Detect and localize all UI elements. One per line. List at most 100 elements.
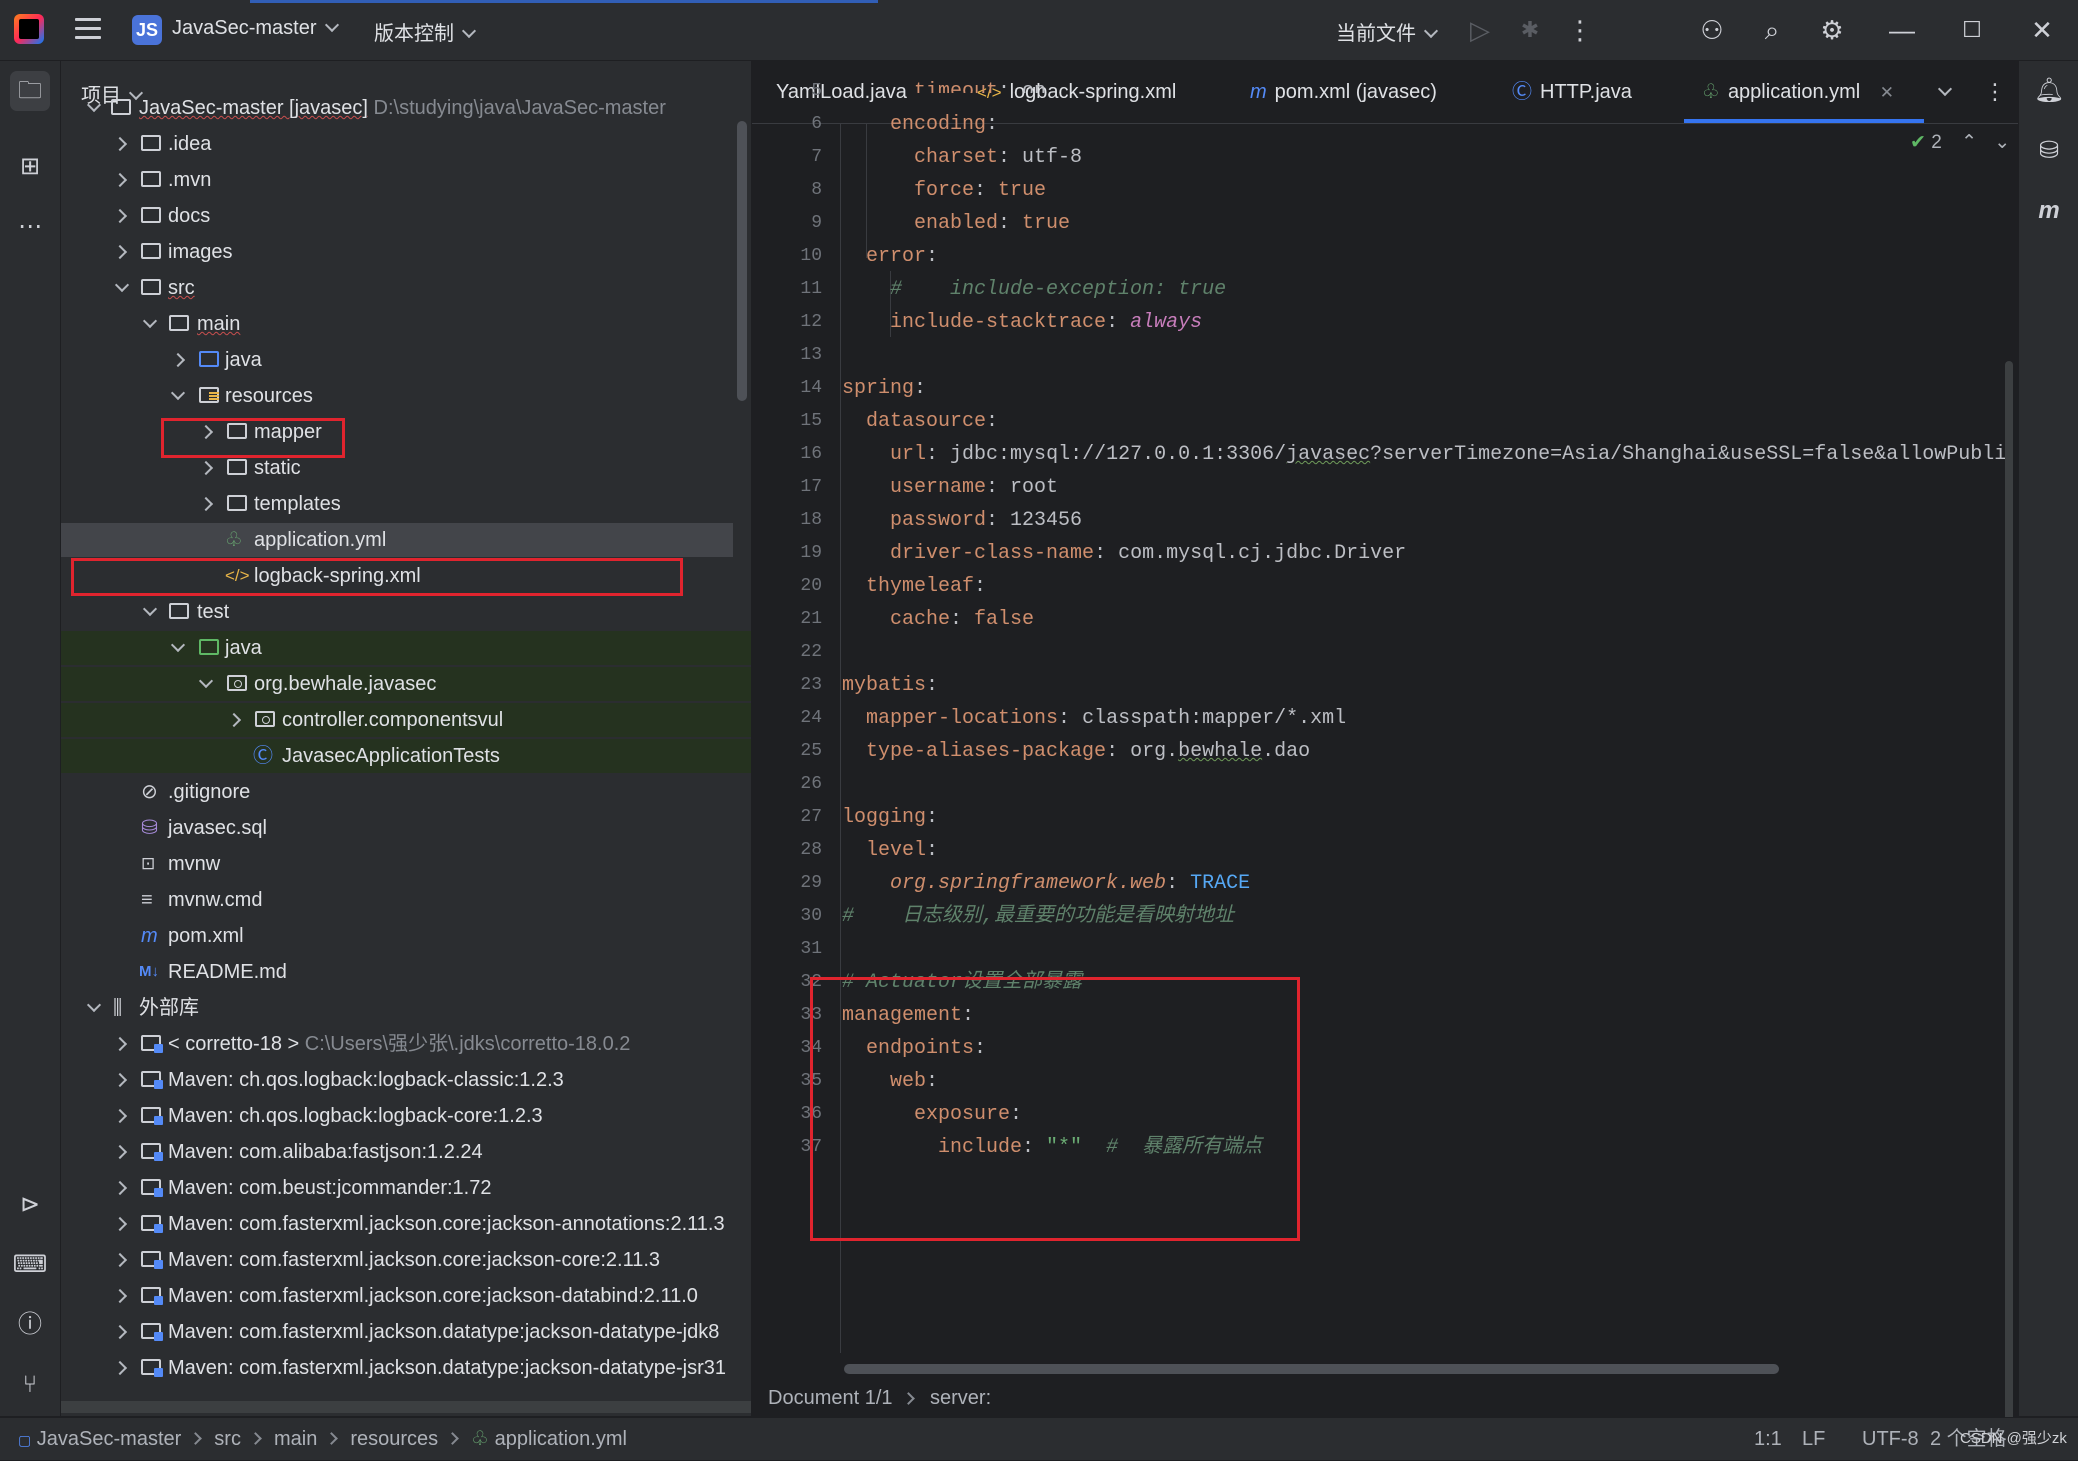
chevron-down-icon[interactable]	[142, 601, 158, 617]
chevron-right-icon[interactable]	[112, 1036, 128, 1052]
services-icon[interactable]: ⊳	[10, 1185, 50, 1225]
chevron-right-icon[interactable]	[112, 136, 128, 152]
tree-row-test-class[interactable]: Ⓒ JavasecApplicationTests	[61, 739, 751, 773]
tree-row-root[interactable]: JavaSec-master [javasec] D:\studying\jav…	[61, 91, 751, 125]
tree-row-application-yml[interactable]: ♧ application.yml	[61, 523, 733, 557]
tree-row-subpackage[interactable]: controller.componentsvul	[61, 703, 751, 737]
chevron-down-icon[interactable]: ⌄	[1994, 132, 2010, 153]
tab-http[interactable]: Ⓒ HTTP.java	[1512, 61, 1632, 123]
chevron-right-icon[interactable]	[170, 352, 186, 368]
chevron-down-icon[interactable]	[170, 637, 186, 653]
tree-row-templates[interactable]: templates	[61, 487, 751, 521]
chevron-right-icon[interactable]	[112, 1072, 128, 1088]
breadcrumb-item[interactable]: main	[274, 1428, 317, 1450]
line-separator[interactable]: LF	[1802, 1418, 1825, 1460]
chevron-right-icon[interactable]	[112, 1108, 128, 1124]
breadcrumb-item[interactable]: src	[214, 1428, 241, 1450]
tree-row-lib[interactable]: Maven: ch.qos.logback:logback-classic:1.…	[61, 1063, 751, 1097]
maven-icon[interactable]: m	[2029, 191, 2069, 231]
chevron-right-icon[interactable]	[112, 244, 128, 260]
search-icon[interactable]: ⌕	[1752, 10, 1792, 50]
inspection-widget[interactable]: ✔ 2 ⌃ ⌄	[1910, 131, 2010, 154]
tree-row-mvnw-cmd[interactable]: ≡ mvnw.cmd	[61, 883, 751, 917]
editor-horizontal-scrollbar[interactable]	[844, 1364, 1779, 1374]
tree-row-package[interactable]: org.bewhale.javasec	[61, 667, 751, 701]
close-window-icon[interactable]: ✕	[2022, 10, 2062, 50]
file-encoding[interactable]: UTF-8	[1862, 1418, 1919, 1460]
tree-row-idea[interactable]: .idea	[61, 127, 751, 161]
terminal-icon[interactable]: ⌨	[10, 1245, 50, 1285]
git-branch-icon[interactable]: ⑂	[10, 1365, 50, 1405]
chevron-right-icon[interactable]	[112, 172, 128, 188]
tree-row-test[interactable]: test	[61, 595, 751, 629]
chevron-down-icon[interactable]	[198, 673, 214, 689]
more-vertical-icon[interactable]: ⋮	[1560, 10, 1600, 50]
chevron-right-icon[interactable]	[112, 1360, 128, 1376]
debug-icon[interactable]: ✱	[1510, 10, 1550, 50]
tree-row-lib[interactable]: Maven: com.fasterxml.jackson.datatype:ja…	[61, 1315, 751, 1349]
vcs-menu[interactable]: 版本控制	[374, 17, 477, 46]
tree-row-lib[interactable]: Maven: com.fasterxml.jackson.datatype:ja…	[61, 1351, 751, 1385]
tree-row-jdk[interactable]: < corretto-18 > C:\Users\强少张\.jdks\corre…	[61, 1027, 751, 1061]
tree-row-java[interactable]: java	[61, 343, 751, 377]
run-icon[interactable]: ▷	[1460, 10, 1500, 50]
tree-row-mvn[interactable]: .mvn	[61, 163, 751, 197]
project-folder-icon[interactable]: 🗀	[10, 71, 50, 111]
chevron-right-icon[interactable]	[112, 1216, 128, 1232]
chevron-right-icon[interactable]	[198, 460, 214, 476]
yaml-path[interactable]: server:	[930, 1380, 991, 1416]
tree-row-gitignore[interactable]: ⊘ .gitignore	[61, 775, 751, 809]
tree-row-lib[interactable]: Maven: com.beust:jcommander:1.72	[61, 1171, 751, 1205]
tree-row-lib[interactable]: Maven: ch.qos.logback:logback-core:1.2.3	[61, 1099, 751, 1133]
project-selector[interactable]: JavaSec-master	[172, 17, 339, 40]
chevron-right-icon[interactable]	[226, 712, 242, 728]
chevron-down-icon[interactable]	[142, 313, 158, 329]
close-tab-icon[interactable]: ✕	[1880, 83, 1894, 102]
problems-icon[interactable]: ⓘ	[10, 1305, 50, 1345]
chevron-down-icon[interactable]	[170, 385, 186, 401]
chevron-down-icon[interactable]	[86, 97, 102, 113]
tree-row-pom[interactable]: m pom.xml	[61, 919, 751, 953]
tabs-more-icon[interactable]: ⋮	[1984, 61, 2006, 123]
chevron-right-icon[interactable]	[112, 208, 128, 224]
breadcrumb-item[interactable]: application.yml	[495, 1428, 627, 1450]
run-config-selector[interactable]: 当前文件	[1336, 17, 1439, 46]
tree-row-docs[interactable]: docs	[61, 199, 751, 233]
tab-pom[interactable]: m pom.xml (javasec)	[1250, 61, 1437, 123]
settings-gear-icon[interactable]: ⚙	[1812, 10, 1852, 50]
chevron-right-icon[interactable]	[112, 1180, 128, 1196]
tree-row-lib[interactable]: Maven: com.fasterxml.jackson.core:jackso…	[61, 1279, 751, 1313]
project-horizontal-scrollbar[interactable]	[61, 1401, 751, 1413]
tree-row-sql[interactable]: ⛁ javasec.sql	[61, 811, 751, 845]
tree-row-main[interactable]: main	[61, 307, 751, 341]
chevron-down-icon[interactable]	[114, 277, 130, 293]
tree-row-src[interactable]: src	[61, 271, 751, 305]
tree-row-mvnw[interactable]: ⊡ mvnw	[61, 847, 751, 881]
maximize-icon[interactable]: ☐	[1952, 10, 1992, 50]
notifications-bell-icon[interactable]: 🔔︎	[2029, 71, 2069, 111]
tree-row-lib[interactable]: Maven: com.alibaba:fastjson:1.2.24	[61, 1135, 751, 1169]
chevron-right-icon[interactable]	[112, 1324, 128, 1340]
project-badge[interactable]: JS	[132, 15, 162, 45]
tree-row-resources[interactable]: resources	[61, 379, 751, 413]
structure-icon[interactable]: ⊞	[10, 147, 50, 187]
chevron-right-icon[interactable]	[112, 1288, 128, 1304]
chevron-right-icon[interactable]	[198, 496, 214, 512]
minimize-icon[interactable]: —	[1882, 10, 1922, 50]
document-indicator[interactable]: Document 1/1	[768, 1380, 893, 1416]
tab-application-yml[interactable]: ♧ application.yml ✕	[1683, 61, 1925, 123]
tree-row-lib[interactable]: Maven: com.fasterxml.jackson.core:jackso…	[61, 1243, 751, 1277]
main-menu-icon[interactable]	[75, 18, 101, 40]
editor-vertical-scrollbar[interactable]	[2005, 361, 2013, 1441]
chevron-right-icon[interactable]	[112, 1252, 128, 1268]
tree-row-external-libs[interactable]: ⫼ 外部库	[61, 991, 751, 1025]
caret-position[interactable]: 1:1	[1754, 1418, 1782, 1460]
chevron-right-icon[interactable]	[112, 1144, 128, 1160]
breadcrumb-item[interactable]: JavaSec-master	[37, 1428, 182, 1450]
tabs-overflow-chevron-icon[interactable]	[1937, 61, 1953, 123]
code-with-me-icon[interactable]: ⚇	[1692, 10, 1732, 50]
chevron-down-icon[interactable]	[86, 997, 102, 1013]
database-icon[interactable]: ⛁	[2029, 131, 2069, 171]
chevron-up-icon[interactable]: ⌃	[1961, 132, 1977, 153]
tree-row-readme[interactable]: M↓ README.md	[61, 955, 751, 989]
